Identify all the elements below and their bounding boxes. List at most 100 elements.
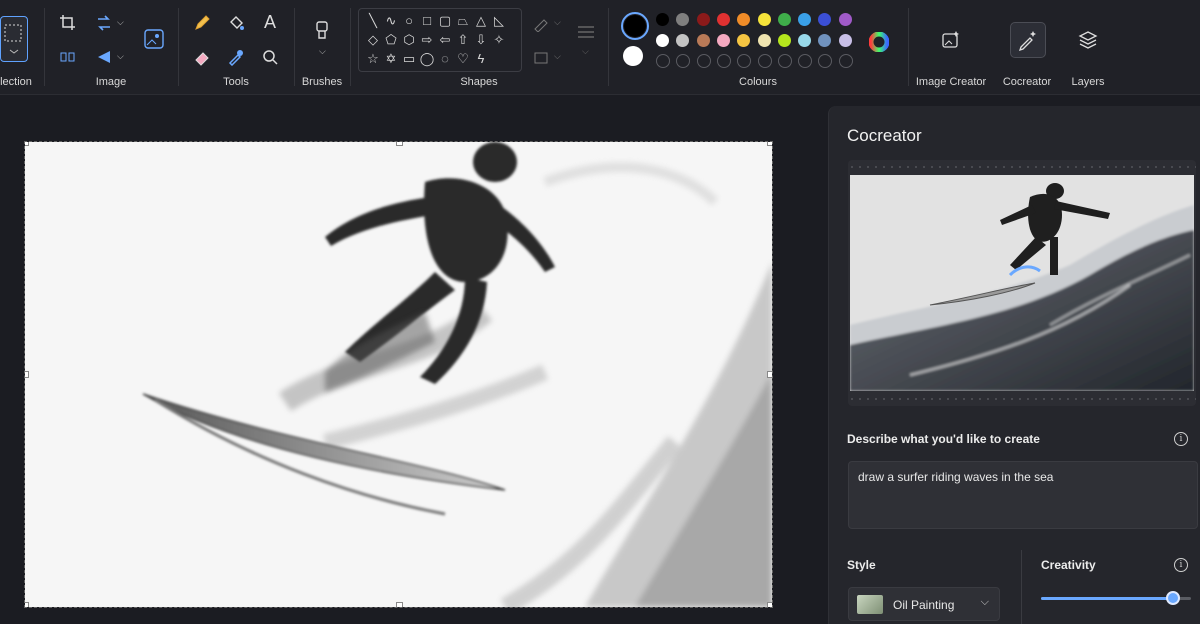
rect-callout-shape-icon[interactable]: ▭ [401, 51, 417, 67]
remove-background-icon[interactable] [143, 28, 165, 50]
eraser-icon[interactable] [193, 48, 211, 66]
drawing-canvas[interactable] [24, 141, 773, 608]
crop-icon[interactable] [59, 14, 77, 32]
lightning-shape-icon[interactable]: ϟ [473, 51, 489, 67]
colour-swatch[interactable] [798, 13, 812, 26]
secondary-colour[interactable] [623, 46, 643, 66]
chevron-down-icon[interactable]: ⌵ [554, 17, 561, 28]
cloud-callout-shape-icon[interactable]: ◌ [437, 51, 453, 67]
rectangle-shape-icon[interactable]: □ [419, 13, 435, 29]
oval-callout-shape-icon[interactable]: ◯ [419, 51, 435, 67]
brush-icon[interactable] [313, 20, 331, 42]
colour-swatch[interactable] [777, 34, 791, 47]
chevron-down-icon[interactable]: ⌵ [319, 46, 326, 57]
colour-swatch[interactable] [818, 13, 832, 26]
colour-swatch[interactable] [777, 13, 791, 26]
hexagon-shape-icon[interactable]: ⬡ [401, 32, 417, 48]
custom-colour-slot[interactable] [737, 54, 752, 68]
line-shape-icon[interactable]: ╲ [365, 13, 381, 29]
resize-handle[interactable] [25, 142, 29, 146]
colour-swatch[interactable] [818, 34, 832, 47]
right-triangle-shape-icon[interactable]: ◺ [491, 13, 507, 29]
edit-colours-icon[interactable] [869, 32, 889, 52]
custom-colour-slot[interactable] [798, 54, 813, 68]
custom-colour-slot[interactable] [656, 54, 670, 68]
colour-swatch[interactable] [656, 13, 669, 26]
slider-thumb[interactable] [1166, 591, 1180, 605]
resize-handle[interactable] [25, 602, 29, 607]
shape-fill-icon[interactable] [533, 50, 549, 66]
resize-handle[interactable] [767, 371, 772, 378]
colour-swatch[interactable] [696, 13, 710, 26]
custom-colour-slot[interactable] [818, 54, 833, 68]
resize-icon[interactable] [59, 48, 77, 66]
creativity-slider[interactable] [1041, 591, 1191, 605]
flip-icon[interactable] [95, 48, 113, 66]
custom-colour-slot[interactable] [777, 54, 792, 68]
four-point-star-shape-icon[interactable]: ✧ [491, 32, 507, 48]
colour-swatch[interactable] [676, 34, 690, 47]
chevron-down-icon[interactable]: ⌵ [582, 46, 589, 57]
six-point-star-shape-icon[interactable]: ✡ [383, 51, 399, 67]
info-icon[interactable]: i [1174, 432, 1188, 446]
colour-swatch[interactable] [757, 34, 771, 47]
custom-colour-slot[interactable] [716, 54, 731, 68]
right-arrow-shape-icon[interactable]: ⇨ [419, 32, 435, 48]
style-label: Style [847, 558, 876, 572]
resize-handle[interactable] [767, 142, 772, 146]
left-arrow-shape-icon[interactable]: ⇦ [437, 32, 453, 48]
selection-button[interactable] [0, 16, 28, 62]
colour-swatch[interactable] [676, 13, 690, 26]
color-picker-icon[interactable] [227, 48, 245, 66]
colour-swatch[interactable] [838, 13, 852, 26]
colour-swatch[interactable] [757, 13, 771, 26]
pentagon-shape-icon[interactable]: ⬠ [383, 32, 399, 48]
rounded-rectangle-shape-icon[interactable]: ▢ [437, 13, 453, 29]
chevron-down-icon[interactable]: ⌵ [117, 17, 124, 28]
chevron-down-icon[interactable]: ⌵ [554, 51, 561, 62]
image-creator-icon[interactable] [941, 30, 961, 50]
colour-swatch[interactable] [737, 13, 751, 26]
slider-fill [1041, 597, 1173, 600]
diamond-shape-icon[interactable]: ◇ [365, 32, 381, 48]
chevron-down-icon[interactable]: ⌵ [117, 51, 124, 62]
custom-colour-slot[interactable] [838, 54, 853, 68]
resize-handle[interactable] [25, 371, 29, 378]
prompt-textarea[interactable]: draw a surfer riding waves in the sea [848, 461, 1198, 529]
colour-swatch[interactable] [737, 34, 751, 47]
text-icon[interactable]: A [261, 12, 279, 32]
shape-outline-icon[interactable] [533, 16, 549, 32]
colour-swatch[interactable] [696, 34, 710, 47]
polygon-shape-icon[interactable]: ⏢ [455, 13, 471, 29]
triangle-shape-icon[interactable]: △ [473, 13, 489, 29]
custom-colour-slot[interactable] [676, 54, 691, 68]
pencil-icon[interactable] [193, 14, 211, 32]
custom-colour-slot[interactable] [696, 54, 711, 68]
rotate-icon[interactable] [95, 14, 113, 32]
info-icon[interactable]: i [1174, 558, 1188, 572]
custom-colour-slot[interactable] [757, 54, 772, 68]
curve-shape-icon[interactable]: ∿ [383, 13, 399, 29]
primary-colour[interactable] [621, 12, 649, 40]
up-arrow-shape-icon[interactable]: ⇧ [455, 32, 471, 48]
size-icon[interactable] [576, 24, 596, 40]
resize-handle[interactable] [396, 602, 403, 607]
colour-swatch[interactable] [798, 34, 812, 47]
resize-handle[interactable] [767, 602, 772, 607]
generated-image[interactable] [850, 175, 1194, 391]
heart-shape-icon[interactable]: ♡ [455, 51, 471, 67]
colour-swatch[interactable] [716, 13, 730, 26]
five-point-star-shape-icon[interactable]: ☆ [365, 51, 381, 67]
resize-handle[interactable] [396, 142, 403, 146]
oval-shape-icon[interactable]: ○ [401, 13, 417, 29]
magnifier-icon[interactable] [261, 48, 279, 66]
colour-swatch[interactable] [656, 34, 669, 47]
down-arrow-shape-icon[interactable]: ⇩ [473, 32, 489, 48]
cocreator-button[interactable] [1010, 22, 1046, 58]
layers-icon[interactable] [1078, 30, 1098, 50]
fill-bucket-icon[interactable] [227, 14, 245, 32]
colour-swatch[interactable] [716, 34, 730, 47]
style-dropdown[interactable]: Oil Painting ⌵ [848, 587, 1000, 621]
generated-preview[interactable] [848, 160, 1196, 406]
colour-swatch[interactable] [838, 34, 852, 47]
